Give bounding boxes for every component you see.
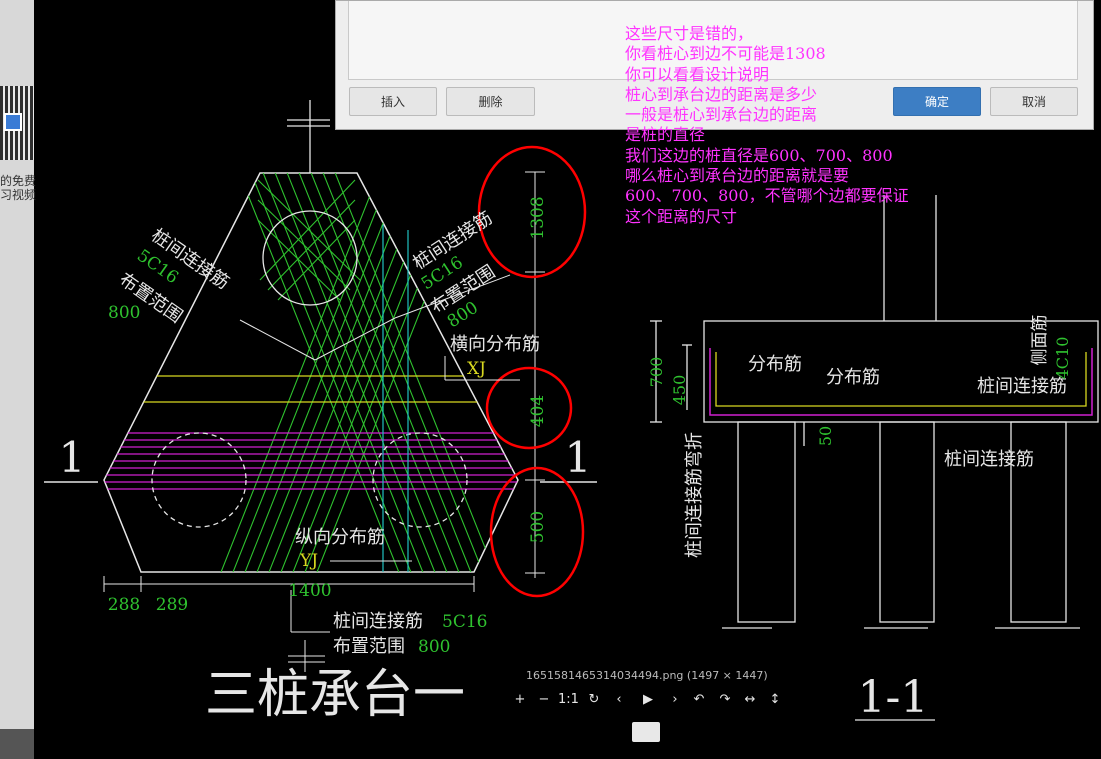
section-title: 1-1 — [858, 672, 929, 723]
zoom-in-button[interactable]: + — [510, 692, 530, 707]
sec-side: 侧面筋 — [1030, 315, 1050, 366]
reset-button[interactable]: ↻ — [584, 692, 604, 707]
annotation-line: 是桩的直径 — [625, 125, 706, 145]
actual-size-button[interactable]: 1:1 — [558, 692, 579, 707]
dim-288: 288 — [108, 595, 140, 615]
left-800-text: 800 — [108, 303, 140, 323]
dim-404: 404 — [528, 395, 548, 427]
column-stub — [287, 100, 330, 173]
annotation-line: 桩心到承台边的距离是多少 — [625, 84, 818, 104]
horizontal-dist-text: 横向分布筋 — [450, 334, 540, 355]
dim-700: 700 — [647, 357, 666, 388]
image-viewer-toolbar: 1651581465314034494.png (1497 × 1447) + −… — [505, 664, 795, 724]
play-button[interactable]: ▶ — [638, 692, 658, 707]
dim-450: 450 — [670, 375, 689, 406]
annotation-line: 600、700、800，不管哪个边都要保证 — [625, 186, 909, 206]
bottom-800-text: 800 — [418, 637, 450, 657]
sec-bend: 桩间连接筋弯折 — [684, 432, 705, 558]
vertical-dist-text: 纵向分布筋 — [295, 527, 385, 548]
annotation-note: 这些尺寸是错的， 你看桩心到边不可能是1308 你可以看看设计说明 桩心到承台边的距离… — [625, 24, 909, 227]
cancel-button[interactable]: 取消 — [990, 87, 1078, 116]
left-sidebar-panel: 的免费 习视频 — [0, 0, 37, 759]
next-button[interactable]: › — [665, 692, 685, 707]
sec-conn-2: 桩间连接筋 — [944, 449, 1034, 470]
annotation-line: 这个距离的尺寸 — [625, 206, 738, 226]
annotation-line: 你可以看看设计说明 — [625, 64, 770, 84]
sidebar-footer — [0, 729, 34, 759]
sidebar-text-2: 习视频 — [0, 188, 37, 202]
insert-button[interactable]: 插入 — [349, 87, 437, 116]
sec-side-spec: 4C10 — [1053, 337, 1072, 380]
bottom-range-text: 布置范围 — [333, 636, 405, 657]
bottom-rebar-text: 桩间连接筋 — [333, 611, 423, 632]
bottom-spec-text: 5C16 — [442, 612, 487, 632]
delete-button[interactable]: 删除 — [446, 87, 535, 116]
dim-1308: 1308 — [528, 196, 548, 239]
thumbnail-icon[interactable] — [632, 722, 660, 742]
dim-289: 289 — [156, 595, 188, 615]
dim-500: 500 — [528, 511, 548, 543]
dim-1400: 1400 — [288, 581, 331, 601]
annotation-line: 哪么桩心到承台边的距离就是要 — [625, 166, 850, 186]
section-mark-left: 1 — [59, 433, 86, 482]
xj-text: XJ — [467, 359, 486, 379]
annotation-line: 你看桩心到边不可能是1308 — [625, 44, 826, 64]
flip-horizontal-button[interactable]: ↔ — [740, 692, 760, 707]
zoom-out-button[interactable]: − — [534, 692, 554, 707]
flip-vertical-button[interactable]: ↕ — [765, 692, 785, 707]
image-filename: 1651581465314034494.png (1497 × 1447) — [526, 669, 768, 682]
qr-code-logo — [4, 113, 22, 131]
dim-50: 50 — [816, 426, 835, 446]
sec-dist-1: 分布筋 — [748, 354, 802, 375]
annotation-line: 我们这边的桩直径是600、700、800 — [625, 145, 893, 165]
section-mark-right: 1 — [565, 433, 592, 482]
yj-text: YJ — [299, 551, 318, 571]
drawing-title: 三桩承台一 — [205, 665, 465, 725]
rotate-left-button[interactable]: ↶ — [689, 692, 709, 707]
annotation-line: 一般是桩心到承台边的距离 — [625, 105, 818, 125]
annotation-line: 这些尺寸是错的， — [625, 24, 754, 43]
rotate-right-button[interactable]: ↷ — [715, 692, 735, 707]
prev-button[interactable]: ‹ — [609, 692, 629, 707]
sec-dist-2: 分布筋 — [826, 367, 880, 388]
